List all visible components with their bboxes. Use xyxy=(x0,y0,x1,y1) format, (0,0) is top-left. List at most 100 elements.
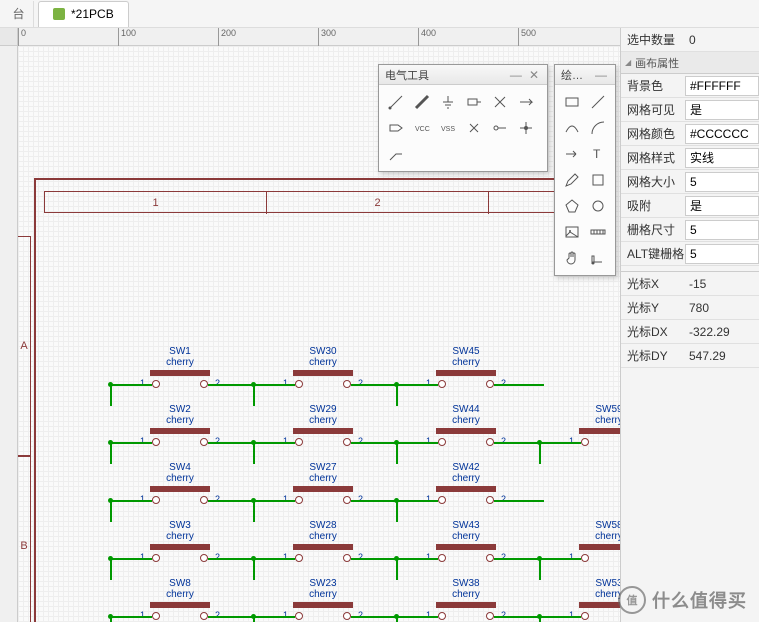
net-junction xyxy=(537,614,542,619)
switch-component[interactable]: SW27cherry12 xyxy=(273,462,373,512)
bus-tool-icon[interactable] xyxy=(409,89,435,115)
component-designator: SW59 xyxy=(559,404,620,415)
text-tool-icon[interactable]: T xyxy=(585,141,611,167)
pad-2 xyxy=(200,380,208,388)
switch-component[interactable]: SW30cherry12 xyxy=(273,346,373,396)
net-wire xyxy=(110,500,152,502)
net-wire xyxy=(396,500,398,522)
wire-tool-icon[interactable] xyxy=(383,89,409,115)
property-input[interactable] xyxy=(685,220,759,240)
pin-number: 1 xyxy=(569,552,574,562)
panel-header[interactable]: 绘… — xyxy=(555,65,615,85)
pin-number: 1 xyxy=(426,436,431,446)
pad-2 xyxy=(200,612,208,620)
net-wire xyxy=(539,558,541,580)
switch-component[interactable]: SW58cherry12 xyxy=(559,520,620,570)
origin-tool-icon[interactable] xyxy=(585,245,611,271)
image-tool-icon[interactable] xyxy=(559,219,585,245)
vcc-tool-icon[interactable]: VCC xyxy=(409,115,435,141)
pin-number: 1 xyxy=(283,436,288,446)
pin-number: 2 xyxy=(358,494,363,504)
vss-tool-icon[interactable]: VSS xyxy=(435,115,461,141)
electrical-tools-panel[interactable]: 电气工具 — ✕ VCCVSS xyxy=(378,64,548,172)
panel-header[interactable]: 电气工具 — ✕ xyxy=(379,65,547,85)
section-canvas-props[interactable]: 画布属性 xyxy=(621,52,759,74)
pad-1 xyxy=(152,554,160,562)
property-input[interactable] xyxy=(685,196,759,216)
poly-tool-icon[interactable] xyxy=(559,193,585,219)
component-value: cherry xyxy=(130,589,230,600)
switch-component[interactable]: SW42cherry12 xyxy=(416,462,516,512)
ruler-corner xyxy=(0,28,18,46)
pin-number: 2 xyxy=(501,436,506,446)
minimize-icon[interactable]: — xyxy=(593,68,609,82)
property-input[interactable] xyxy=(685,172,759,192)
net-wire xyxy=(396,616,438,618)
hand-tool-icon[interactable] xyxy=(559,245,585,271)
busentry-tool-icon[interactable] xyxy=(383,141,409,167)
cross-tool-icon[interactable] xyxy=(461,115,487,141)
component-body xyxy=(150,602,210,608)
tab-active[interactable]: *21PCB xyxy=(38,1,129,27)
rect-tool-icon[interactable] xyxy=(559,89,585,115)
arc-tool-icon[interactable] xyxy=(585,115,611,141)
pin-number: 1 xyxy=(283,552,288,562)
property-input[interactable] xyxy=(685,148,759,168)
property-label: 栅格尺寸 xyxy=(621,221,685,238)
pin-number: 2 xyxy=(501,494,506,504)
close-icon[interactable]: ✕ xyxy=(527,68,541,82)
drawing-tools-panel[interactable]: 绘… — T xyxy=(554,64,616,276)
ruler-tool-icon[interactable] xyxy=(585,219,611,245)
minimize-icon[interactable]: — xyxy=(508,68,524,82)
pad-2 xyxy=(200,554,208,562)
line-tool-icon[interactable] xyxy=(585,89,611,115)
switch-component[interactable]: SW59cherry12 xyxy=(559,404,620,454)
property-input[interactable] xyxy=(685,124,759,144)
net-wire xyxy=(539,616,581,618)
arrow-tool-icon[interactable] xyxy=(559,141,585,167)
switch-component[interactable]: SW28cherry12 xyxy=(273,520,373,570)
property-input[interactable] xyxy=(685,100,759,120)
switch-component[interactable]: SW2cherry12 xyxy=(130,404,230,454)
port-tool-icon[interactable] xyxy=(383,115,409,141)
switch-component[interactable]: SW44cherry12 xyxy=(416,404,516,454)
net-junction xyxy=(251,556,256,561)
ruler-tick: 100 xyxy=(118,28,136,46)
switch-component[interactable]: SW43cherry12 xyxy=(416,520,516,570)
square-tool-icon[interactable] xyxy=(585,167,611,193)
net-wire xyxy=(110,558,112,580)
switch-component[interactable]: SW8cherry12 xyxy=(130,578,230,622)
switch-component[interactable]: SW4cherry12 xyxy=(130,462,230,512)
switch-component[interactable]: SW45cherry12 xyxy=(416,346,516,396)
canvas-area[interactable]: 0100200300400500 12 AB SW1cherry12SW30ch… xyxy=(0,28,620,622)
netlabel-tool-icon[interactable] xyxy=(461,89,487,115)
property-input[interactable] xyxy=(685,244,759,264)
pin-number: 1 xyxy=(140,552,145,562)
gnd-tool-icon[interactable] xyxy=(435,89,461,115)
component-body xyxy=(436,370,496,376)
pencil-tool-icon[interactable] xyxy=(559,167,585,193)
arcpath-tool-icon[interactable] xyxy=(559,115,585,141)
switch-component[interactable]: SW29cherry12 xyxy=(273,404,373,454)
noconnect-tool-icon[interactable] xyxy=(487,89,513,115)
pad-1 xyxy=(581,554,589,562)
circle-tool-icon[interactable] xyxy=(585,193,611,219)
probe-tool-icon[interactable] xyxy=(513,89,539,115)
selected-label: 选中数量 xyxy=(621,31,685,48)
switch-component[interactable]: SW38cherry12 xyxy=(416,578,516,622)
switch-component[interactable]: SW1cherry12 xyxy=(130,346,230,396)
net-wire xyxy=(396,384,398,406)
pad-2 xyxy=(200,438,208,446)
pin-tool-icon[interactable] xyxy=(487,115,513,141)
svg-text:T: T xyxy=(593,147,601,161)
pin-number: 1 xyxy=(426,494,431,504)
component-value: cherry xyxy=(559,531,620,542)
properties-panel: 选中数量 0 画布属性 背景色网格可见网格颜色网格样式网格大小吸附栅格尺寸ALT… xyxy=(620,28,759,622)
property-input[interactable] xyxy=(685,76,759,96)
switch-component[interactable]: SW3cherry12 xyxy=(130,520,230,570)
tab-overflow[interactable]: 台 xyxy=(4,1,34,27)
junction-tool-icon[interactable] xyxy=(513,115,539,141)
switch-component[interactable]: SW23cherry12 xyxy=(273,578,373,622)
switch-component[interactable]: SW53cherry12 xyxy=(559,578,620,622)
pin-number: 2 xyxy=(215,552,220,562)
